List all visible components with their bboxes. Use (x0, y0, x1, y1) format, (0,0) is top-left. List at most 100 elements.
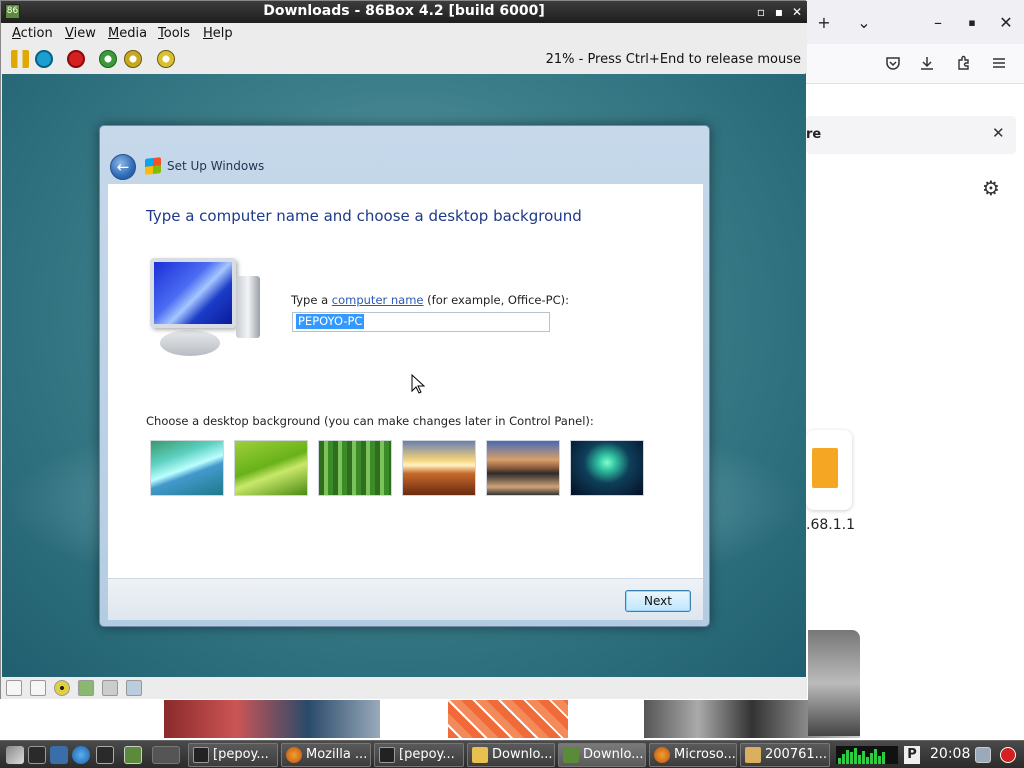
sound-icon[interactable] (126, 680, 142, 696)
power-off-icon[interactable] (1000, 747, 1016, 763)
terminal-icon (379, 747, 395, 763)
setup-header: ← Set Up Windows (108, 154, 703, 184)
menu-tools[interactable]: Tools (158, 26, 190, 41)
start-menu-icon[interactable] (6, 746, 24, 764)
cdrom-icon[interactable] (54, 680, 70, 696)
ctrl-alt-esc-icon[interactable] (124, 50, 142, 68)
86box-icon (563, 747, 579, 763)
extensions-icon[interactable] (951, 50, 977, 76)
settings-icon[interactable] (157, 50, 175, 68)
ctrl-alt-del-icon[interactable] (99, 50, 117, 68)
host-browser-window: + ⌄ – ▪ ✕ re ✕ ⚙ .68.1.1 (806, 0, 1024, 740)
shortcut-tile[interactable] (806, 430, 852, 510)
power-icon[interactable] (67, 50, 85, 68)
86box-launcher-icon[interactable] (124, 746, 142, 764)
browser-launcher-icon[interactable] (72, 746, 90, 764)
vm-title-bar[interactable]: 86 Downloads - 86Box 4.2 [build 6000] ▫ … (1, 1, 807, 23)
folder-icon (472, 747, 488, 763)
browser-close-button[interactable]: ✕ (992, 8, 1020, 36)
tab-list-button[interactable]: ⌄ (850, 8, 878, 36)
vm-menu-bar: Action View Media Tools Help (1, 23, 807, 45)
browser-minimize-button[interactable]: – (924, 8, 952, 36)
taskbar-item[interactable]: [pepoy... (188, 743, 278, 767)
hard-disk-icon[interactable] (78, 680, 94, 696)
floppy-b-icon[interactable] (30, 680, 46, 696)
label-suffix: (for example, Office-PC): (423, 293, 569, 307)
wallpaper-option-northern-lights[interactable] (570, 440, 644, 496)
pocket-icon[interactable] (880, 50, 906, 76)
show-desktop-icon[interactable] (28, 746, 46, 764)
vm-status-text: 21% - Press Ctrl+End to release mouse (545, 52, 801, 67)
tile-logo (812, 448, 838, 488)
notification-text: re (806, 127, 822, 142)
indicator-p[interactable]: P (904, 746, 920, 764)
menu-tools-rest: ools (163, 26, 191, 41)
gear-icon[interactable]: ⚙ (982, 176, 1000, 200)
menu-media-rest: edia (119, 26, 148, 41)
setup-footer: Next (108, 578, 703, 620)
task-label: [pepoy... (399, 747, 455, 762)
task-label: [pepoy... (213, 747, 269, 762)
reset-icon[interactable] (35, 50, 53, 68)
back-arrow-icon[interactable]: ← (110, 154, 136, 180)
wallpaper-option-leaf[interactable] (234, 440, 308, 496)
computer-name-value: PEPOYO-PC (296, 314, 365, 329)
floppy-a-icon[interactable] (6, 680, 22, 696)
wallpaper-option-bamboo[interactable] (318, 440, 392, 496)
task-label: Downlo... (583, 747, 644, 762)
background-thumbnail[interactable] (808, 630, 860, 736)
computer-icon (146, 256, 270, 360)
taskbar-item[interactable]: [pepoy... (374, 743, 464, 767)
setup-heading: Type a computer name and choose a deskto… (146, 207, 582, 225)
file-manager-icon[interactable] (50, 746, 68, 764)
display-tray-icon[interactable] (975, 747, 991, 763)
vm-minimize-button[interactable]: ▫ (753, 4, 769, 20)
notification-bar (806, 116, 1016, 154)
image-viewer-icon (745, 747, 761, 763)
setup-content: Type a computer name and choose a deskto… (108, 184, 703, 578)
menu-media[interactable]: Media (108, 26, 147, 41)
notification-close-button[interactable]: ✕ (992, 124, 1005, 142)
terminal-launcher-icon[interactable] (96, 746, 114, 764)
clock[interactable]: 20:08 (930, 746, 970, 762)
next-button[interactable]: Next (625, 590, 691, 612)
menu-action[interactable]: Action (12, 26, 53, 41)
shortcut-label: .68.1.1 (806, 517, 855, 533)
menu-media-mnemonic: M (108, 26, 120, 41)
network-icon[interactable] (102, 680, 118, 696)
workspace-switcher[interactable] (152, 746, 180, 764)
menu-help-mnemonic: H (203, 26, 213, 41)
task-label: Downlo... (492, 747, 553, 762)
vm-window-title: Downloads - 86Box 4.2 [build 6000] (263, 3, 545, 19)
download-icon[interactable] (914, 50, 940, 76)
computer-name-link[interactable]: computer name (332, 293, 424, 307)
taskbar-item[interactable]: Downlo... (467, 743, 555, 767)
setup-windows-dialog: ← Set Up Windows Type a computer name an… (99, 125, 710, 627)
firefox-icon (654, 747, 670, 763)
computer-name-input[interactable]: PEPOYO-PC (292, 312, 550, 332)
wallpaper-option-lake[interactable] (486, 440, 560, 496)
menu-view-rest: iew (73, 26, 96, 41)
taskbar-item[interactable]: Downlo... (558, 743, 646, 767)
menu-view[interactable]: View (65, 26, 96, 41)
background-thumbnail[interactable] (164, 700, 380, 738)
menu-help-rest: elp (212, 26, 233, 41)
label-prefix: Type a (291, 293, 332, 307)
vm-close-button[interactable]: ✕ (789, 4, 805, 20)
taskbar-item[interactable]: 200761... (740, 743, 830, 767)
task-label: Microso... (674, 747, 736, 762)
background-thumbnail[interactable] (448, 700, 568, 738)
browser-maximize-button[interactable]: ▪ (958, 8, 986, 36)
monitor-stand (160, 330, 220, 356)
wallpaper-option-sunset[interactable] (402, 440, 476, 496)
taskbar: [pepoy... Mozilla ... [pepoy... Downlo..… (0, 740, 1024, 768)
taskbar-item[interactable]: Mozilla ... (281, 743, 371, 767)
menu-icon[interactable] (986, 50, 1012, 76)
pause-icon[interactable] (11, 50, 29, 68)
vm-maximize-button[interactable]: ▪ (771, 4, 787, 20)
wallpaper-option-aurora[interactable] (150, 440, 224, 496)
pc-tower (236, 276, 260, 338)
taskbar-item[interactable]: Microso... (649, 743, 737, 767)
new-tab-button[interactable]: + (810, 8, 838, 36)
menu-help[interactable]: Help (203, 26, 233, 41)
